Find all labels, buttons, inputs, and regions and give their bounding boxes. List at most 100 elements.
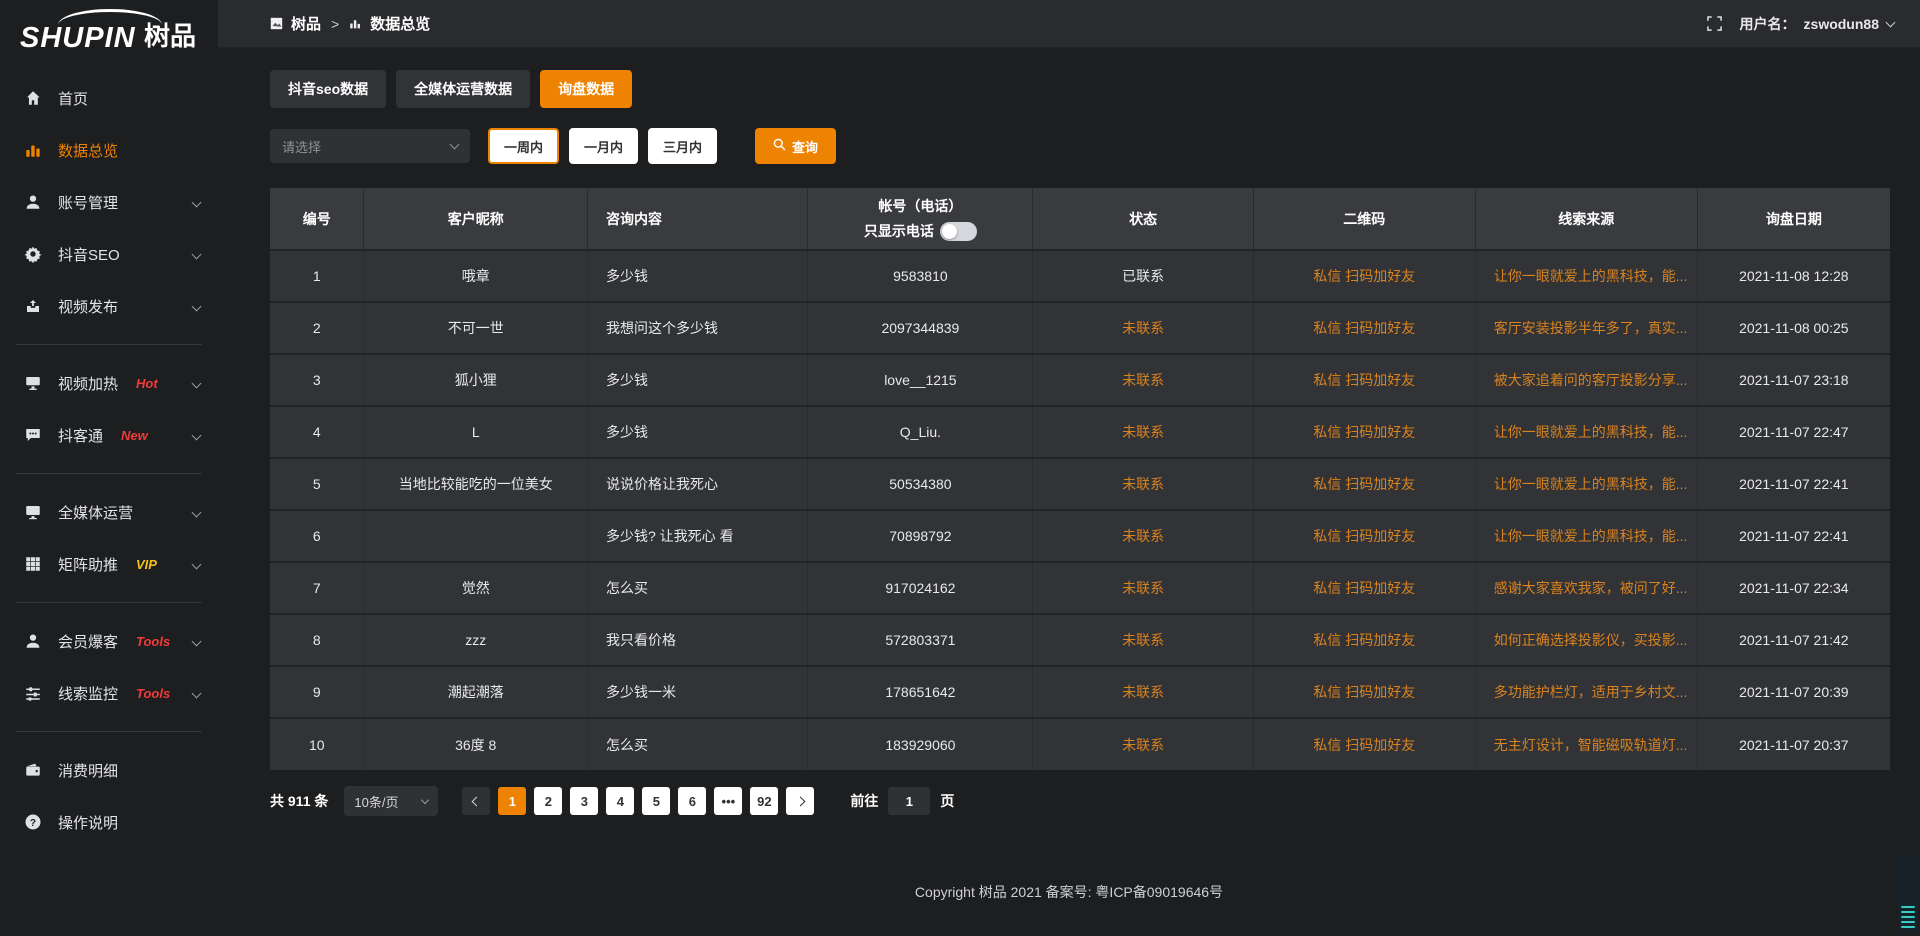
sidebar-item-omni-media[interactable]: 全媒体运营 [0, 486, 218, 538]
period-one-month-button[interactable]: 一月内 [569, 128, 638, 164]
page-button-4[interactable]: 4 [606, 787, 634, 815]
cell-source-link[interactable]: 无主灯设计，智能磁吸轨道灯... [1475, 718, 1697, 770]
sidebar-item-expense-detail[interactable]: 消费明细 [0, 744, 218, 796]
cell-source-link[interactable]: 如何正确选择投影仪，买投影... [1475, 614, 1697, 666]
cell-status: 未联系 [1033, 406, 1253, 458]
table-row: 2 不可一世 我想问这个多少钱 2097344839 未联系 私信 扫码加好友 … [270, 302, 1890, 354]
page-size-select[interactable]: 10条/页 [344, 786, 438, 816]
cell-account: 917024162 [808, 562, 1033, 614]
user-menu[interactable]: 用户名：zswodun88 [1740, 14, 1894, 34]
tab-douyin-seo-data[interactable]: 抖音seo数据 [270, 70, 386, 108]
period-three-months-button[interactable]: 三月内 [648, 128, 717, 164]
hot-badge: Hot [136, 376, 158, 391]
chevron-down-icon [192, 688, 202, 698]
cell-date: 2021-11-07 22:41 [1697, 458, 1890, 510]
goto-page-input[interactable]: 1 [888, 787, 930, 815]
table-row: 3 狐小狸 多少钱 love__1215 未联系 私信 扫码加好友 被大家追着问… [270, 354, 1890, 406]
sidebar-item-label: 视频发布 [58, 296, 118, 317]
page-button-5[interactable]: 5 [642, 787, 670, 815]
goto-page: 前往 1 页 [850, 787, 954, 815]
chevron-down-icon [192, 249, 202, 259]
cell-qrcode-link[interactable]: 私信 扫码加好友 [1253, 718, 1475, 770]
filter-select-placeholder: 请选择 [282, 137, 321, 156]
chevron-down-icon [192, 430, 202, 440]
cell-qrcode-link[interactable]: 私信 扫码加好友 [1253, 510, 1475, 562]
page-button-92[interactable]: 92 [750, 787, 778, 815]
sidebar-item-home[interactable]: 首页 [0, 72, 218, 124]
logo-text-en: SHUPIN [20, 22, 136, 54]
sidebar-divider [16, 344, 202, 345]
cell-status: 未联系 [1033, 302, 1253, 354]
cell-source-link[interactable]: 让你一眼就爱上的黑科技，能... [1475, 406, 1697, 458]
sidebar-item-doukeTong[interactable]: 抖客通 New [0, 409, 218, 461]
sidebar-item-label: 全媒体运营 [58, 502, 133, 523]
vip-badge: VIP [136, 557, 157, 572]
cell-account: 178651642 [808, 666, 1033, 718]
cell-qrcode-link[interactable]: 私信 扫码加好友 [1253, 458, 1475, 510]
cell-qrcode-link[interactable]: 私信 扫码加好友 [1253, 302, 1475, 354]
sidebar-item-account-mgmt[interactable]: 账号管理 [0, 176, 218, 228]
sidebar-nav: 首页 数据总览 账号管理 抖音SEO 视频发布 [0, 72, 218, 848]
cell-qrcode-link[interactable]: 私信 扫码加好友 [1253, 406, 1475, 458]
cell-source-link[interactable]: 感谢大家喜欢我家，被问了好... [1475, 562, 1697, 614]
sidebar-item-video-heat[interactable]: 视频加热 Hot [0, 357, 218, 409]
cell-qrcode-link[interactable]: 私信 扫码加好友 [1253, 614, 1475, 666]
fullscreen-icon[interactable] [1707, 16, 1722, 31]
cell-source-link[interactable]: 客厅安装投影半年多了，真实... [1475, 302, 1697, 354]
query-button[interactable]: 查询 [755, 128, 836, 164]
cell-content: 我只看价格 [588, 614, 808, 666]
sidebar-item-douyin-seo[interactable]: 抖音SEO [0, 228, 218, 280]
cell-source-link[interactable]: 让你一眼就爱上的黑科技，能... [1475, 510, 1697, 562]
prev-page-button[interactable] [462, 787, 490, 815]
page-button-3[interactable]: 3 [570, 787, 598, 815]
member-icon [24, 632, 42, 650]
top-header: 树品 > 数据总览 用户名：zswodun88 [218, 0, 1920, 48]
sidebar-divider [16, 473, 202, 474]
cell-nickname: 不可一世 [364, 302, 588, 354]
page-button-2[interactable]: 2 [534, 787, 562, 815]
sidebar-divider [16, 731, 202, 732]
sidebar-item-lead-monitor[interactable]: 线索监控 Tools [0, 667, 218, 719]
sidebar-item-help[interactable]: ? 操作说明 [0, 796, 218, 848]
page-ellipsis-button[interactable]: ••• [714, 787, 742, 815]
sidebar-item-member-burst[interactable]: 会员爆客 Tools [0, 615, 218, 667]
floating-widget[interactable] [1898, 856, 1918, 932]
sidebar-item-label: 消费明细 [58, 760, 118, 781]
cell-qrcode-link[interactable]: 私信 扫码加好友 [1253, 354, 1475, 406]
tools-badge: Tools [136, 686, 170, 701]
next-page-button[interactable] [786, 787, 814, 815]
sidebar-item-label: 首页 [58, 88, 88, 109]
cell-source-link[interactable]: 多功能护栏灯，适用于乡村文... [1475, 666, 1697, 718]
cell-nickname: 觉然 [364, 562, 588, 614]
sidebar-item-video-publish[interactable]: 视频发布 [0, 280, 218, 332]
table-row: 8 zzz 我只看价格 572803371 未联系 私信 扫码加好友 如何正确选… [270, 614, 1890, 666]
sidebar-item-data-overview[interactable]: 数据总览 [0, 124, 218, 176]
cell-source-link[interactable]: 让你一眼就爱上的黑科技，能... [1475, 250, 1697, 302]
sidebar-item-matrix-boost[interactable]: 矩阵助推 VIP [0, 538, 218, 590]
col-header-account: 帐号（电话） 只显示电话 [808, 188, 1033, 250]
content-area: 抖音seo数据 全媒体运营数据 询盘数据 请选择 一周内 一月内 三月内 查询 [218, 48, 1920, 816]
tab-inquiry-data[interactable]: 询盘数据 [540, 70, 632, 108]
bar-chart-icon [349, 17, 362, 30]
cell-source-link[interactable]: 被大家追着问的客厅投影分享... [1475, 354, 1697, 406]
tab-omni-media-data[interactable]: 全媒体运营数据 [396, 70, 530, 108]
breadcrumb-root[interactable]: 树品 [291, 13, 321, 34]
logo-text-cn: 树品 [144, 21, 196, 51]
query-button-label: 查询 [792, 137, 818, 156]
cell-qrcode-link[interactable]: 私信 扫码加好友 [1253, 562, 1475, 614]
page-button-1[interactable]: 1 [498, 787, 526, 815]
pagination-total: 共 911 条 [270, 791, 328, 811]
page-footer: Copyright 树品 2021 备案号: 粤ICP备09019646号 [218, 856, 1920, 936]
page-button-6[interactable]: 6 [678, 787, 706, 815]
period-one-week-button[interactable]: 一周内 [488, 128, 559, 164]
cell-source-link[interactable]: 让你一眼就爱上的黑科技，能... [1475, 458, 1697, 510]
cell-qrcode-link[interactable]: 私信 扫码加好友 [1253, 250, 1475, 302]
new-badge: New [121, 428, 148, 443]
cell-nickname [364, 510, 588, 562]
phone-only-toggle[interactable] [940, 222, 977, 241]
filter-select[interactable]: 请选择 [270, 129, 470, 163]
cell-id: 6 [270, 510, 364, 562]
cell-id: 1 [270, 250, 364, 302]
sidebar-item-label: 线索监控 [58, 683, 118, 704]
cell-qrcode-link[interactable]: 私信 扫码加好友 [1253, 666, 1475, 718]
